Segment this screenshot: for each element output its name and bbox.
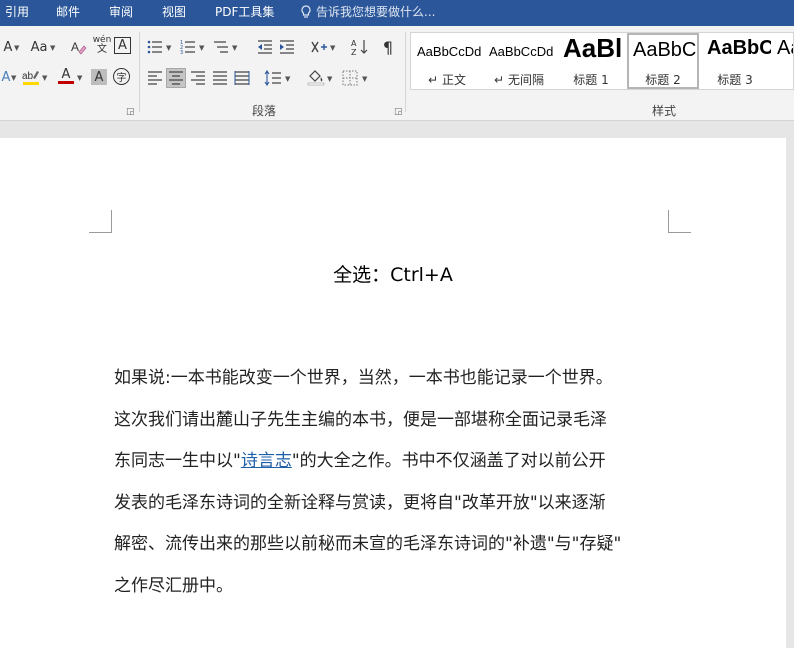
distributed-icon bbox=[234, 71, 250, 85]
chevron-down-icon: ▼ bbox=[166, 44, 172, 52]
multilevel-list-button[interactable] bbox=[211, 37, 231, 57]
paragraph-mark-icon: ↵ bbox=[428, 73, 439, 87]
sort-icon: AZ bbox=[351, 39, 368, 56]
paint-bucket-icon bbox=[307, 70, 325, 86]
tab-references[interactable]: 引用 bbox=[5, 0, 29, 26]
font-dialog-launcher[interactable]: ◲ bbox=[126, 107, 135, 117]
line-spacing-button[interactable] bbox=[263, 68, 283, 88]
svg-text:3: 3 bbox=[180, 50, 183, 55]
style-heading-2[interactable]: AaBbC 标题 2 bbox=[627, 33, 699, 89]
chevron-down-icon: ▼ bbox=[232, 44, 238, 52]
margin-corner-mark bbox=[89, 210, 112, 233]
ribbon: A ▼ Aa ▼ A wén文 A A ▼ ab ▼ A ▼ A 字 ◲ ▼ bbox=[0, 26, 794, 121]
eraser-icon: A bbox=[71, 40, 87, 55]
paragraph-line: 东同志一生中以"诗言志"的大全之作。书中不仅涵盖了对以前公开 bbox=[114, 451, 606, 471]
tab-mailings[interactable]: 邮件 bbox=[56, 0, 80, 26]
asian-layout-icon bbox=[311, 41, 327, 53]
align-center-icon bbox=[169, 71, 183, 85]
bullets-button[interactable] bbox=[145, 37, 165, 57]
tab-pdf-tools[interactable]: PDF工具集 bbox=[215, 0, 274, 26]
chevron-down-icon: ▼ bbox=[285, 75, 291, 83]
numbered-list-icon: 123 bbox=[180, 40, 195, 55]
paragraph-line: 发表的毛泽东诗词的全新诠释与赏读，更将自"改革开放"以来逐渐 bbox=[114, 492, 606, 513]
style-no-spacing[interactable]: AaBbCcDd ↵ 无间隔 bbox=[483, 33, 555, 89]
justify-icon bbox=[213, 71, 227, 85]
sort-button[interactable]: AZ bbox=[350, 37, 370, 57]
paragraph-line: 这次我们请出麓山子先生主编的本书，便是一部堪称全面记录毛泽 bbox=[114, 409, 607, 430]
borders-icon bbox=[342, 70, 358, 86]
lightbulb-icon bbox=[301, 5, 311, 18]
tell-me-box[interactable]: 告诉我您想要做什么... bbox=[300, 0, 435, 26]
chevron-down-icon: ▼ bbox=[327, 75, 333, 83]
font-color-button[interactable]: A bbox=[56, 66, 76, 86]
paragraph-dialog-launcher[interactable]: ◲ bbox=[394, 107, 403, 117]
svg-text:Z: Z bbox=[351, 48, 357, 56]
chevron-down-icon: ▼ bbox=[77, 74, 83, 82]
multilevel-list-icon bbox=[213, 41, 228, 53]
tell-me-text: 告诉我您想要做什么... bbox=[316, 5, 436, 19]
style-heading-1[interactable]: AaBl 标题 1 bbox=[555, 33, 627, 89]
margin-corner-mark bbox=[668, 210, 691, 233]
numbering-button[interactable]: 123 bbox=[178, 37, 198, 57]
character-border-button[interactable]: A bbox=[114, 37, 131, 54]
bullet-list-icon bbox=[147, 40, 162, 54]
enclose-characters-button[interactable]: 字 bbox=[113, 68, 130, 85]
align-left-icon bbox=[148, 71, 162, 85]
styles-group-label: 样式 bbox=[652, 104, 677, 118]
increase-indent-button[interactable] bbox=[277, 37, 297, 57]
show-marks-button[interactable]: ¶ bbox=[378, 37, 398, 57]
asian-layout-button[interactable] bbox=[309, 37, 329, 57]
align-center-button[interactable] bbox=[166, 68, 186, 88]
chevron-down-icon: ▼ bbox=[14, 44, 20, 52]
align-left-button[interactable] bbox=[145, 68, 165, 88]
chevron-down-icon: ▼ bbox=[362, 75, 368, 83]
hyperlink[interactable]: 诗言志 bbox=[241, 451, 292, 471]
change-case-button[interactable]: Aa bbox=[27, 37, 51, 57]
shading-button[interactable] bbox=[306, 67, 326, 87]
document-page[interactable]: 全选：Ctrl+A 如果说:一本书能改变一个世界，当然，一本书也能记录一个世界。… bbox=[0, 138, 786, 648]
highlight-button[interactable]: ab bbox=[21, 67, 41, 87]
svg-text:ab: ab bbox=[22, 71, 34, 82]
chevron-down-icon: ▼ bbox=[50, 44, 56, 52]
style-heading-3[interactable]: AaBbC 标题 3 bbox=[699, 33, 771, 89]
style-normal[interactable]: AaBbCcDd ↵ 正文 bbox=[411, 33, 483, 89]
body-paragraph: 如果说:一本书能改变一个世界，当然，一本书也能记录一个世界。 这次我们请出麓山子… bbox=[114, 358, 674, 607]
line-spacing-icon bbox=[264, 70, 281, 86]
style-title[interactable]: Aa bbox=[771, 33, 793, 89]
highlighter-icon: ab bbox=[22, 71, 39, 85]
justify-button[interactable] bbox=[210, 68, 230, 88]
svg-text:A: A bbox=[351, 39, 357, 48]
character-shading-button[interactable]: A bbox=[91, 69, 107, 85]
decrease-indent-button[interactable] bbox=[255, 37, 275, 57]
align-right-icon bbox=[191, 71, 205, 85]
clear-formatting-button[interactable]: A bbox=[69, 37, 89, 57]
distributed-button[interactable] bbox=[232, 68, 252, 88]
paragraph-line: 之作尽汇册中。 bbox=[114, 575, 233, 596]
indent-icon bbox=[280, 40, 294, 54]
document-heading: 全选：Ctrl+A bbox=[333, 264, 453, 286]
chevron-down-icon: ▼ bbox=[11, 74, 17, 82]
group-separator bbox=[139, 32, 140, 112]
phonetic-guide-button[interactable]: wén 文 bbox=[92, 35, 112, 55]
tab-review[interactable]: 审阅 bbox=[109, 0, 133, 26]
tab-view[interactable]: 视图 bbox=[162, 0, 186, 26]
chevron-down-icon: ▼ bbox=[42, 74, 48, 82]
chevron-down-icon: ▼ bbox=[330, 44, 336, 52]
menu-bar: 引用 邮件 审阅 视图 PDF工具集 告诉我您想要做什么... bbox=[0, 0, 794, 26]
borders-button[interactable] bbox=[340, 68, 360, 88]
group-separator bbox=[405, 32, 406, 112]
svg-text:A: A bbox=[71, 40, 79, 54]
paragraph-mark-icon: ↵ bbox=[494, 73, 505, 87]
paragraph-group-label: 段落 bbox=[252, 104, 277, 118]
chevron-down-icon: ▼ bbox=[199, 44, 205, 52]
align-right-button[interactable] bbox=[188, 68, 208, 88]
paragraph-line: 如果说:一本书能改变一个世界，当然，一本书也能记录一个世界。 bbox=[114, 368, 613, 388]
outdent-icon bbox=[258, 40, 272, 54]
paragraph-line: 解密、流传出来的那些以前秘而未宣的毛泽东诗词的"补遗"与"存疑" bbox=[114, 534, 622, 554]
styles-gallery: AaBbCcDd ↵ 正文 AaBbCcDd ↵ 无间隔 AaBl 标题 1 A… bbox=[410, 32, 794, 90]
pilcrow-icon: ¶ bbox=[382, 37, 394, 57]
